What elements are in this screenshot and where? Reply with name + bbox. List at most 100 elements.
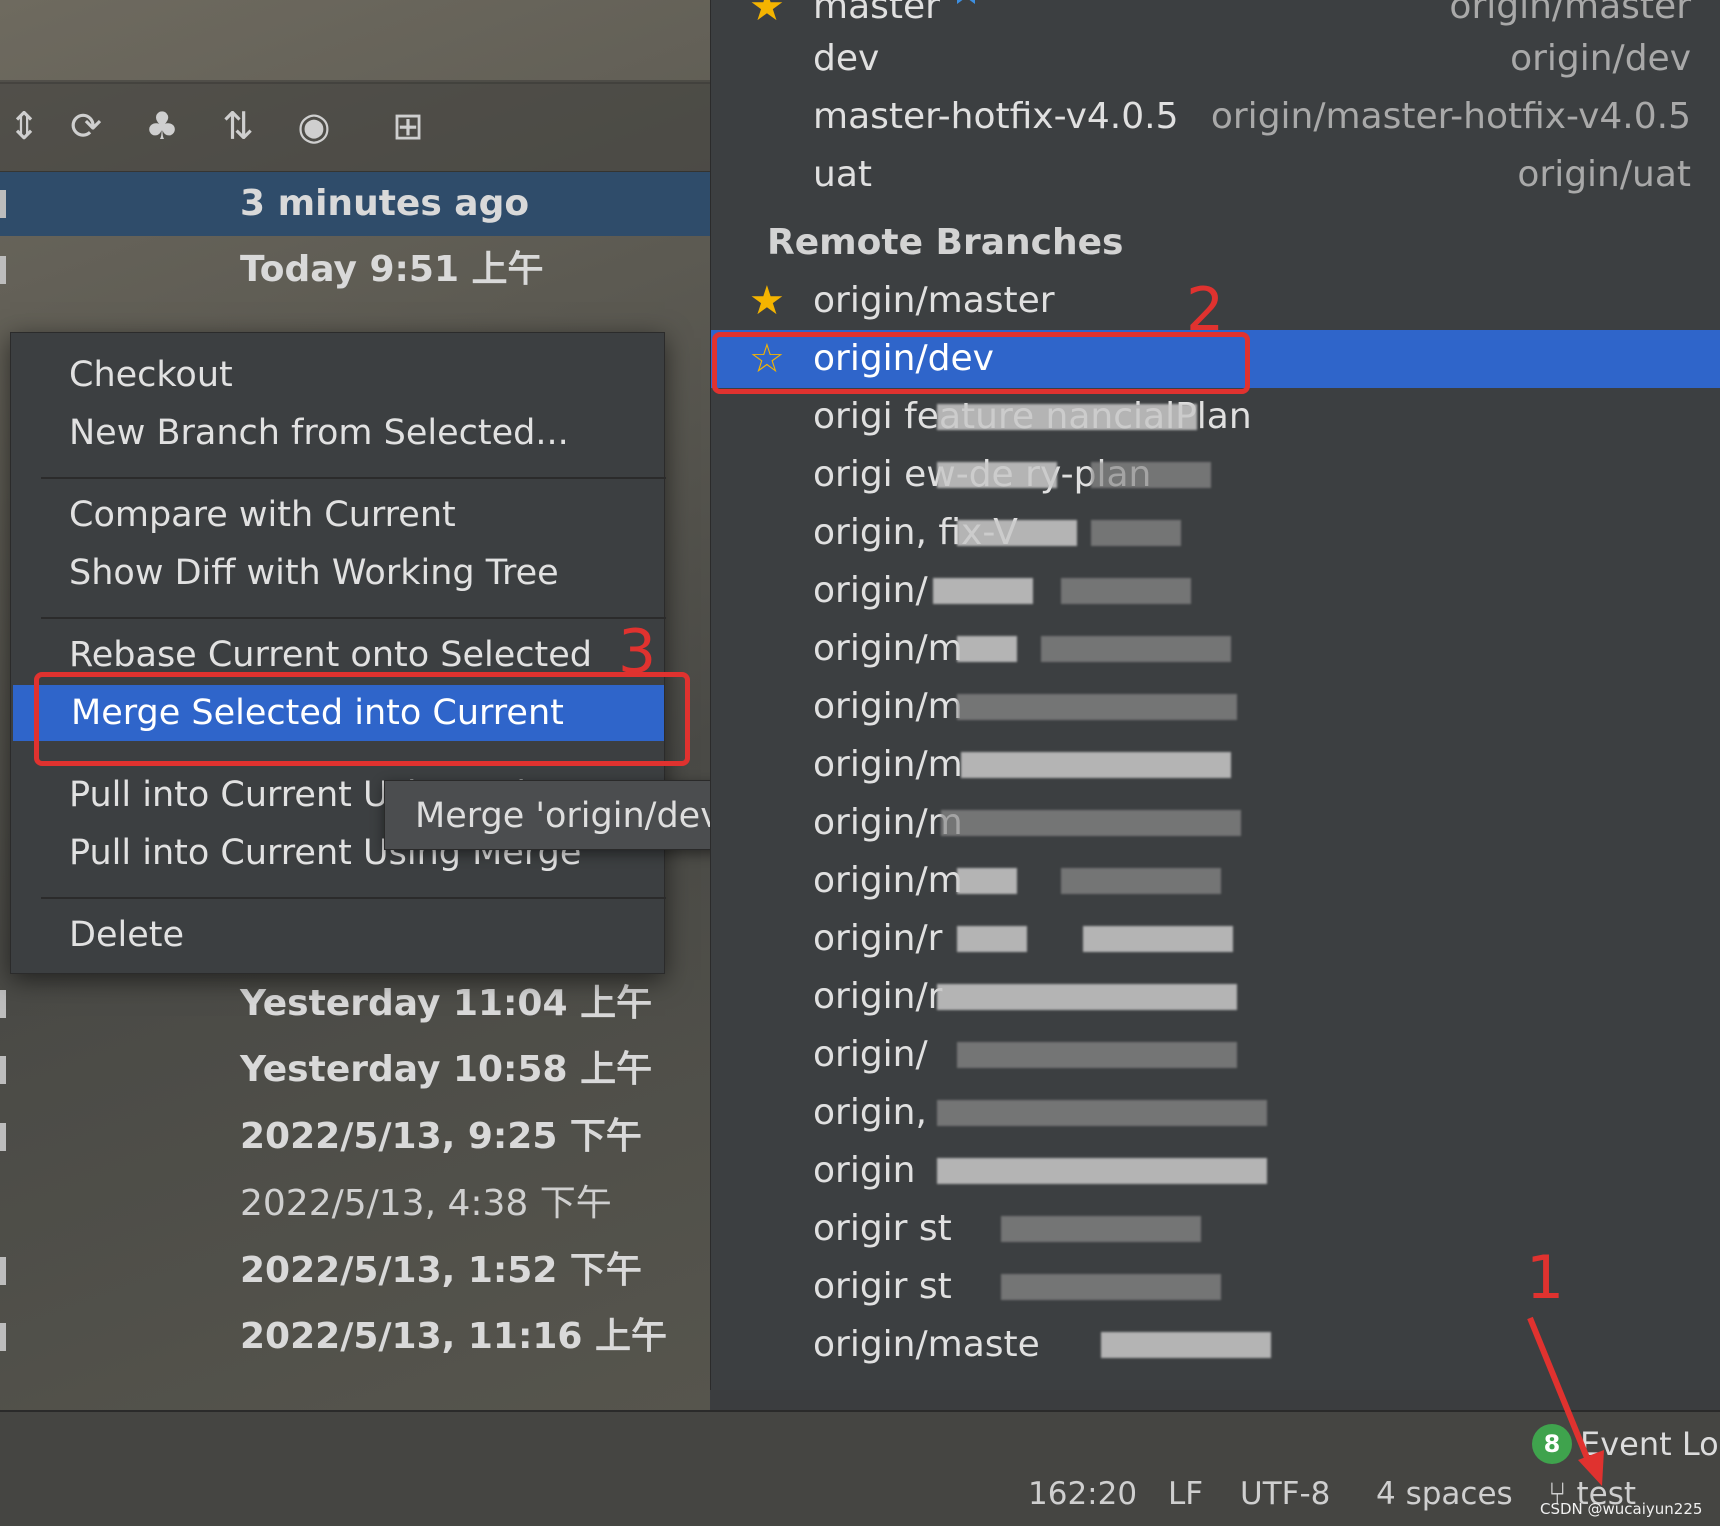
redaction-mask bbox=[1001, 1216, 1201, 1242]
redaction-mask bbox=[937, 462, 1057, 488]
menu-separator bbox=[41, 897, 666, 899]
branch-name: origin/master bbox=[813, 280, 1055, 321]
redaction-mask bbox=[937, 1158, 1267, 1184]
table-row[interactable]: 3 minutes ago bbox=[0, 172, 710, 236]
menu-item-delete[interactable]: Delete bbox=[11, 907, 666, 963]
redaction-mask bbox=[1083, 926, 1233, 952]
branch-item[interactable]: origir st bbox=[711, 1200, 1720, 1258]
annotation-arrow-icon bbox=[1527, 1316, 1604, 1486]
branch-name: origin/r bbox=[813, 976, 943, 1017]
graph-tick bbox=[0, 256, 6, 284]
remote-branches-header: Remote Branches bbox=[767, 222, 1124, 263]
redaction-mask bbox=[1041, 636, 1231, 662]
redaction-mask bbox=[957, 868, 1017, 894]
branch-context-menu: Checkout New Branch from Selected... Com… bbox=[10, 332, 666, 974]
eye-icon[interactable]: ◉ bbox=[290, 102, 338, 150]
branch-item[interactable]: origi feature nancialPlan bbox=[711, 388, 1720, 446]
redaction-mask bbox=[1061, 578, 1191, 604]
redaction-mask bbox=[1061, 868, 1221, 894]
menu-item-new-branch[interactable]: New Branch from Selected... bbox=[11, 405, 666, 461]
table-row[interactable]: Yesterday 10:58 上午 bbox=[0, 1038, 710, 1102]
star-icon: ★ bbox=[749, 0, 785, 30]
redaction-mask bbox=[957, 694, 1237, 720]
caret-position[interactable]: 162:20 bbox=[1028, 1474, 1137, 1514]
redaction-mask bbox=[1091, 462, 1211, 488]
menu-item-compare[interactable]: Compare with Current bbox=[11, 487, 666, 543]
annotation-number: 1 bbox=[1526, 1243, 1565, 1313]
log-toolbar: ⇕ ⟳ ♣ ⇅ ◉ ⊞ bbox=[0, 80, 710, 172]
file-encoding[interactable]: UTF-8 bbox=[1240, 1474, 1330, 1514]
table-row[interactable]: 2022/5/13, 9:25 下午 bbox=[0, 1105, 710, 1169]
tag-icon bbox=[957, 0, 975, 4]
branch-name: origin, bbox=[813, 1092, 927, 1133]
branch-name: origin/ bbox=[813, 570, 928, 611]
commit-time: 2022/5/13, 11:16 上午 bbox=[240, 1316, 667, 1357]
branch-item[interactable]: origi ew-de ry-plan bbox=[711, 446, 1720, 504]
annotation-box-3 bbox=[34, 672, 690, 766]
branch-item[interactable]: origin, fix-V bbox=[711, 504, 1720, 562]
commit-time: 2022/5/13, 1:52 下午 bbox=[240, 1250, 642, 1291]
commit-time: Today 9:51 上午 bbox=[240, 249, 544, 290]
tracked-remote: origin/dev bbox=[1510, 38, 1691, 79]
branch-name: origin/m bbox=[813, 628, 963, 669]
redaction-mask bbox=[933, 578, 1033, 604]
redaction-mask bbox=[941, 810, 1241, 836]
branch-name: origin/m bbox=[813, 860, 963, 901]
redaction-mask bbox=[1101, 1332, 1271, 1358]
graph-tick bbox=[0, 1257, 6, 1285]
menu-separator bbox=[41, 477, 666, 479]
graph-tick bbox=[0, 1323, 6, 1351]
tracked-remote: origin/uat bbox=[1517, 154, 1691, 195]
menu-separator bbox=[41, 617, 666, 619]
star-icon[interactable]: ★ bbox=[749, 278, 785, 324]
graph-tick bbox=[0, 1123, 6, 1151]
cherry-pick-icon[interactable]: ♣ bbox=[138, 102, 186, 150]
branch-item[interactable]: origin/ bbox=[711, 562, 1720, 620]
watermark: CSDN @wucaiyun225 bbox=[1540, 1500, 1703, 1518]
branch-name: origin/m bbox=[813, 686, 963, 727]
commit-time: 2022/5/13, 4:38 下午 bbox=[240, 1183, 612, 1224]
redaction-mask bbox=[957, 1042, 1237, 1068]
branch-name: dev bbox=[813, 38, 880, 79]
branch-item-hotfix[interactable]: master-hotfix-v4.0.5 origin/master-hotfi… bbox=[711, 88, 1720, 146]
annotation-box-2 bbox=[712, 332, 1250, 394]
redaction-mask bbox=[1091, 520, 1181, 546]
redaction-mask bbox=[957, 636, 1017, 662]
branch-item-uat[interactable]: uat origin/uat bbox=[711, 146, 1720, 204]
redaction-mask bbox=[957, 926, 1027, 952]
branch-name: origir st bbox=[813, 1266, 952, 1307]
branch-name: master-hotfix-v4.0.5 bbox=[813, 96, 1179, 137]
table-row[interactable]: 2022/5/13, 1:52 下午 bbox=[0, 1239, 710, 1303]
branch-name: uat bbox=[813, 154, 872, 195]
annotation-number: 3 bbox=[618, 617, 657, 687]
indent-setting[interactable]: 4 spaces bbox=[1376, 1474, 1513, 1514]
commit-time: 2022/5/13, 9:25 下午 bbox=[240, 1116, 642, 1157]
redaction-mask bbox=[937, 404, 1197, 430]
table-row[interactable]: 2022/5/13, 11:16 上午 bbox=[0, 1305, 710, 1369]
branch-name: origin/ bbox=[813, 1034, 928, 1075]
redaction-mask bbox=[961, 752, 1231, 778]
expand-icon[interactable]: ⇅ bbox=[214, 102, 262, 150]
menu-item-checkout[interactable]: Checkout bbox=[11, 347, 666, 403]
graph-tick bbox=[0, 990, 6, 1018]
line-separator[interactable]: LF bbox=[1168, 1474, 1203, 1514]
branches-popup: ★ master origin/master dev origin/dev ma… bbox=[710, 0, 1720, 1390]
add-tab-icon[interactable]: ⊞ bbox=[384, 102, 432, 150]
branch-name: origir st bbox=[813, 1208, 952, 1249]
annotation-number: 2 bbox=[1186, 275, 1225, 345]
branch-name: origin bbox=[813, 1150, 916, 1191]
sort-icon[interactable]: ⇕ bbox=[0, 102, 48, 150]
commit-time: Yesterday 11:04 上午 bbox=[240, 983, 653, 1024]
redaction-mask bbox=[957, 520, 1077, 546]
table-row[interactable]: 2022/5/13, 4:38 下午 bbox=[0, 1172, 710, 1236]
refresh-icon[interactable]: ⟳ bbox=[62, 102, 110, 150]
branch-item-dev[interactable]: dev origin/dev bbox=[711, 30, 1720, 88]
menu-item-show-diff[interactable]: Show Diff with Working Tree bbox=[11, 545, 666, 601]
redaction-mask bbox=[937, 984, 1237, 1010]
table-row[interactable]: Yesterday 11:04 上午 bbox=[0, 972, 710, 1036]
table-row[interactable]: Today 9:51 上午 bbox=[0, 238, 710, 302]
graph-tick bbox=[0, 1056, 6, 1084]
redaction-mask bbox=[937, 1100, 1267, 1126]
commit-time: 3 minutes ago bbox=[240, 183, 530, 224]
commit-time: Yesterday 10:58 上午 bbox=[240, 1049, 653, 1090]
